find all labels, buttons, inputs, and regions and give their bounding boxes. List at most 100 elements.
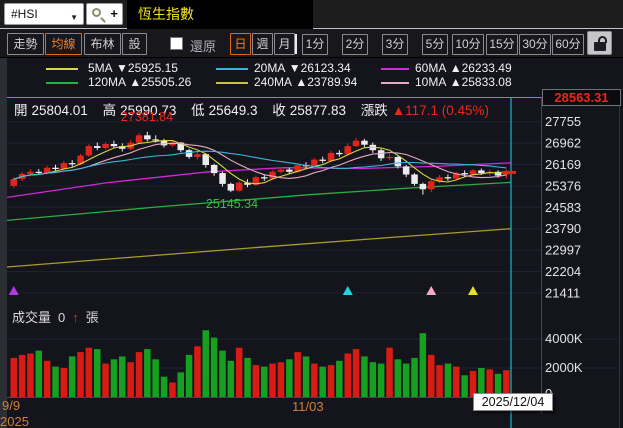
event-marker-triangle	[468, 286, 478, 295]
volume-bar	[161, 377, 168, 397]
minute-button-10[interactable]: 10分	[452, 34, 484, 55]
minute-button-15[interactable]: 15分	[486, 34, 518, 55]
volume-bar	[319, 367, 326, 397]
event-marker-triangle	[9, 286, 19, 295]
chevron-down-icon[interactable]: ▼	[70, 8, 78, 28]
volume-bar	[44, 361, 51, 397]
volume-bar	[228, 361, 235, 397]
volume-bar	[303, 356, 310, 397]
volume-bar	[36, 351, 43, 397]
toolbar-divider	[295, 34, 297, 54]
open-label: 開	[14, 103, 28, 118]
candle-body	[470, 170, 477, 174]
year-label: 2025	[0, 414, 29, 428]
volume-bar	[211, 338, 218, 397]
minute-button-1[interactable]: 1分	[302, 34, 328, 55]
mode-button-boll[interactable]: 布林	[84, 33, 121, 55]
period-button-week[interactable]: 週	[252, 33, 273, 55]
candle-body	[211, 165, 218, 173]
candle-body	[269, 172, 276, 179]
volume-bar	[294, 352, 301, 397]
candle-body	[345, 146, 352, 154]
minute-button-2[interactable]: 2分	[342, 34, 368, 55]
volume-bar	[286, 359, 293, 397]
candle-body	[403, 166, 410, 174]
instrument-tab[interactable]: 恆生指數	[127, 0, 313, 29]
change-label: 漲跌	[361, 103, 388, 118]
volume-bar	[102, 364, 109, 397]
candle-body	[36, 172, 43, 173]
volume-bar	[111, 359, 118, 397]
volume-bar	[186, 355, 193, 397]
candle-body	[236, 183, 243, 191]
candle-body	[428, 181, 435, 189]
close-label: 收	[272, 103, 286, 118]
price-axis-label: 27755	[545, 114, 581, 129]
unlock-icon-body	[594, 42, 606, 51]
search-icon-handle	[100, 17, 106, 23]
trading-app-window: #HSI ▼ + 恆生指數 走勢 均線 布林 設 還原 日 週 月 1分 2分 …	[0, 0, 623, 428]
period-button-month[interactable]: 月	[274, 33, 295, 55]
candle-body	[52, 168, 59, 169]
low-annotation: 25145.34	[187, 197, 277, 211]
lock-button[interactable]	[587, 31, 612, 55]
legend-swatch	[216, 82, 248, 84]
volume-bar	[127, 362, 133, 397]
volume-bar	[11, 358, 18, 397]
volume-bar	[119, 356, 126, 397]
period-button-day[interactable]: 日	[230, 33, 251, 55]
candle-body	[411, 175, 418, 184]
candle-body	[261, 177, 268, 178]
chart-toolbar: 走勢 均線 布林 設 還原 日 週 月 1分 2分 3分 5分 10分 15分 …	[0, 29, 623, 58]
volume-bar	[395, 359, 402, 397]
candle-body	[328, 153, 335, 161]
volume-bar	[152, 359, 159, 397]
volume-bar	[428, 355, 435, 397]
close-value: 25877.83	[290, 103, 346, 118]
minute-button-60[interactable]: 60分	[552, 34, 584, 55]
volume-bar	[386, 348, 393, 397]
symbol-text: #HSI	[11, 7, 38, 21]
candle-body	[445, 177, 452, 178]
minute-button-3[interactable]: 3分	[382, 34, 408, 55]
volume-bar	[69, 356, 76, 397]
candle-body	[111, 144, 118, 146]
candle-body	[144, 135, 151, 139]
date-label-mid: 11/03	[292, 399, 324, 414]
volume-bar	[278, 362, 285, 397]
volume-bar	[203, 330, 210, 397]
restore-label: 還原	[190, 36, 216, 55]
mode-button-trend[interactable]: 走勢	[7, 33, 44, 55]
restore-checkbox[interactable]	[170, 37, 183, 50]
candle-body	[102, 144, 109, 148]
candle-body	[152, 139, 159, 140]
open-value: 25804.01	[32, 103, 88, 118]
mode-button-ma[interactable]: 均線	[45, 33, 82, 55]
legend-label: 120MA ▲25505.26	[88, 75, 191, 89]
volume-bar	[420, 333, 427, 397]
candle-body	[361, 141, 368, 145]
candle-body	[94, 146, 101, 148]
legend-label: 240MA ▲23789.94	[254, 75, 357, 89]
volume-bar	[194, 346, 201, 397]
legend-label: 5MA ▼25925.15	[88, 61, 178, 75]
minute-button-30[interactable]: 30分	[519, 34, 551, 55]
candle-body	[420, 184, 427, 189]
symbol-combobox[interactable]: #HSI ▼	[4, 3, 84, 25]
ohlc-readout: 開25804.01 高25990.73 低25649.3 收25877.83 漲…	[14, 99, 493, 119]
mode-button-settings[interactable]: 設	[122, 33, 147, 55]
top-bar: #HSI ▼ + 恆生指數	[0, 0, 623, 29]
volume-bar	[403, 364, 410, 397]
cursor-date-tooltip: 2025/12/04	[473, 393, 553, 411]
legend-swatch	[381, 68, 409, 70]
candle-body	[286, 170, 293, 172]
legend-label: 10MA ▲25833.08	[415, 75, 512, 89]
volume-bar	[311, 364, 318, 397]
volume-bar	[253, 365, 260, 397]
symbol-search-button[interactable]: +	[86, 3, 123, 25]
legend-swatch	[381, 82, 409, 84]
volume-label: 成交量	[12, 310, 51, 325]
high-annotation: 27381.84	[102, 110, 192, 124]
volume-bar	[453, 367, 460, 397]
minute-button-5[interactable]: 5分	[422, 34, 448, 55]
